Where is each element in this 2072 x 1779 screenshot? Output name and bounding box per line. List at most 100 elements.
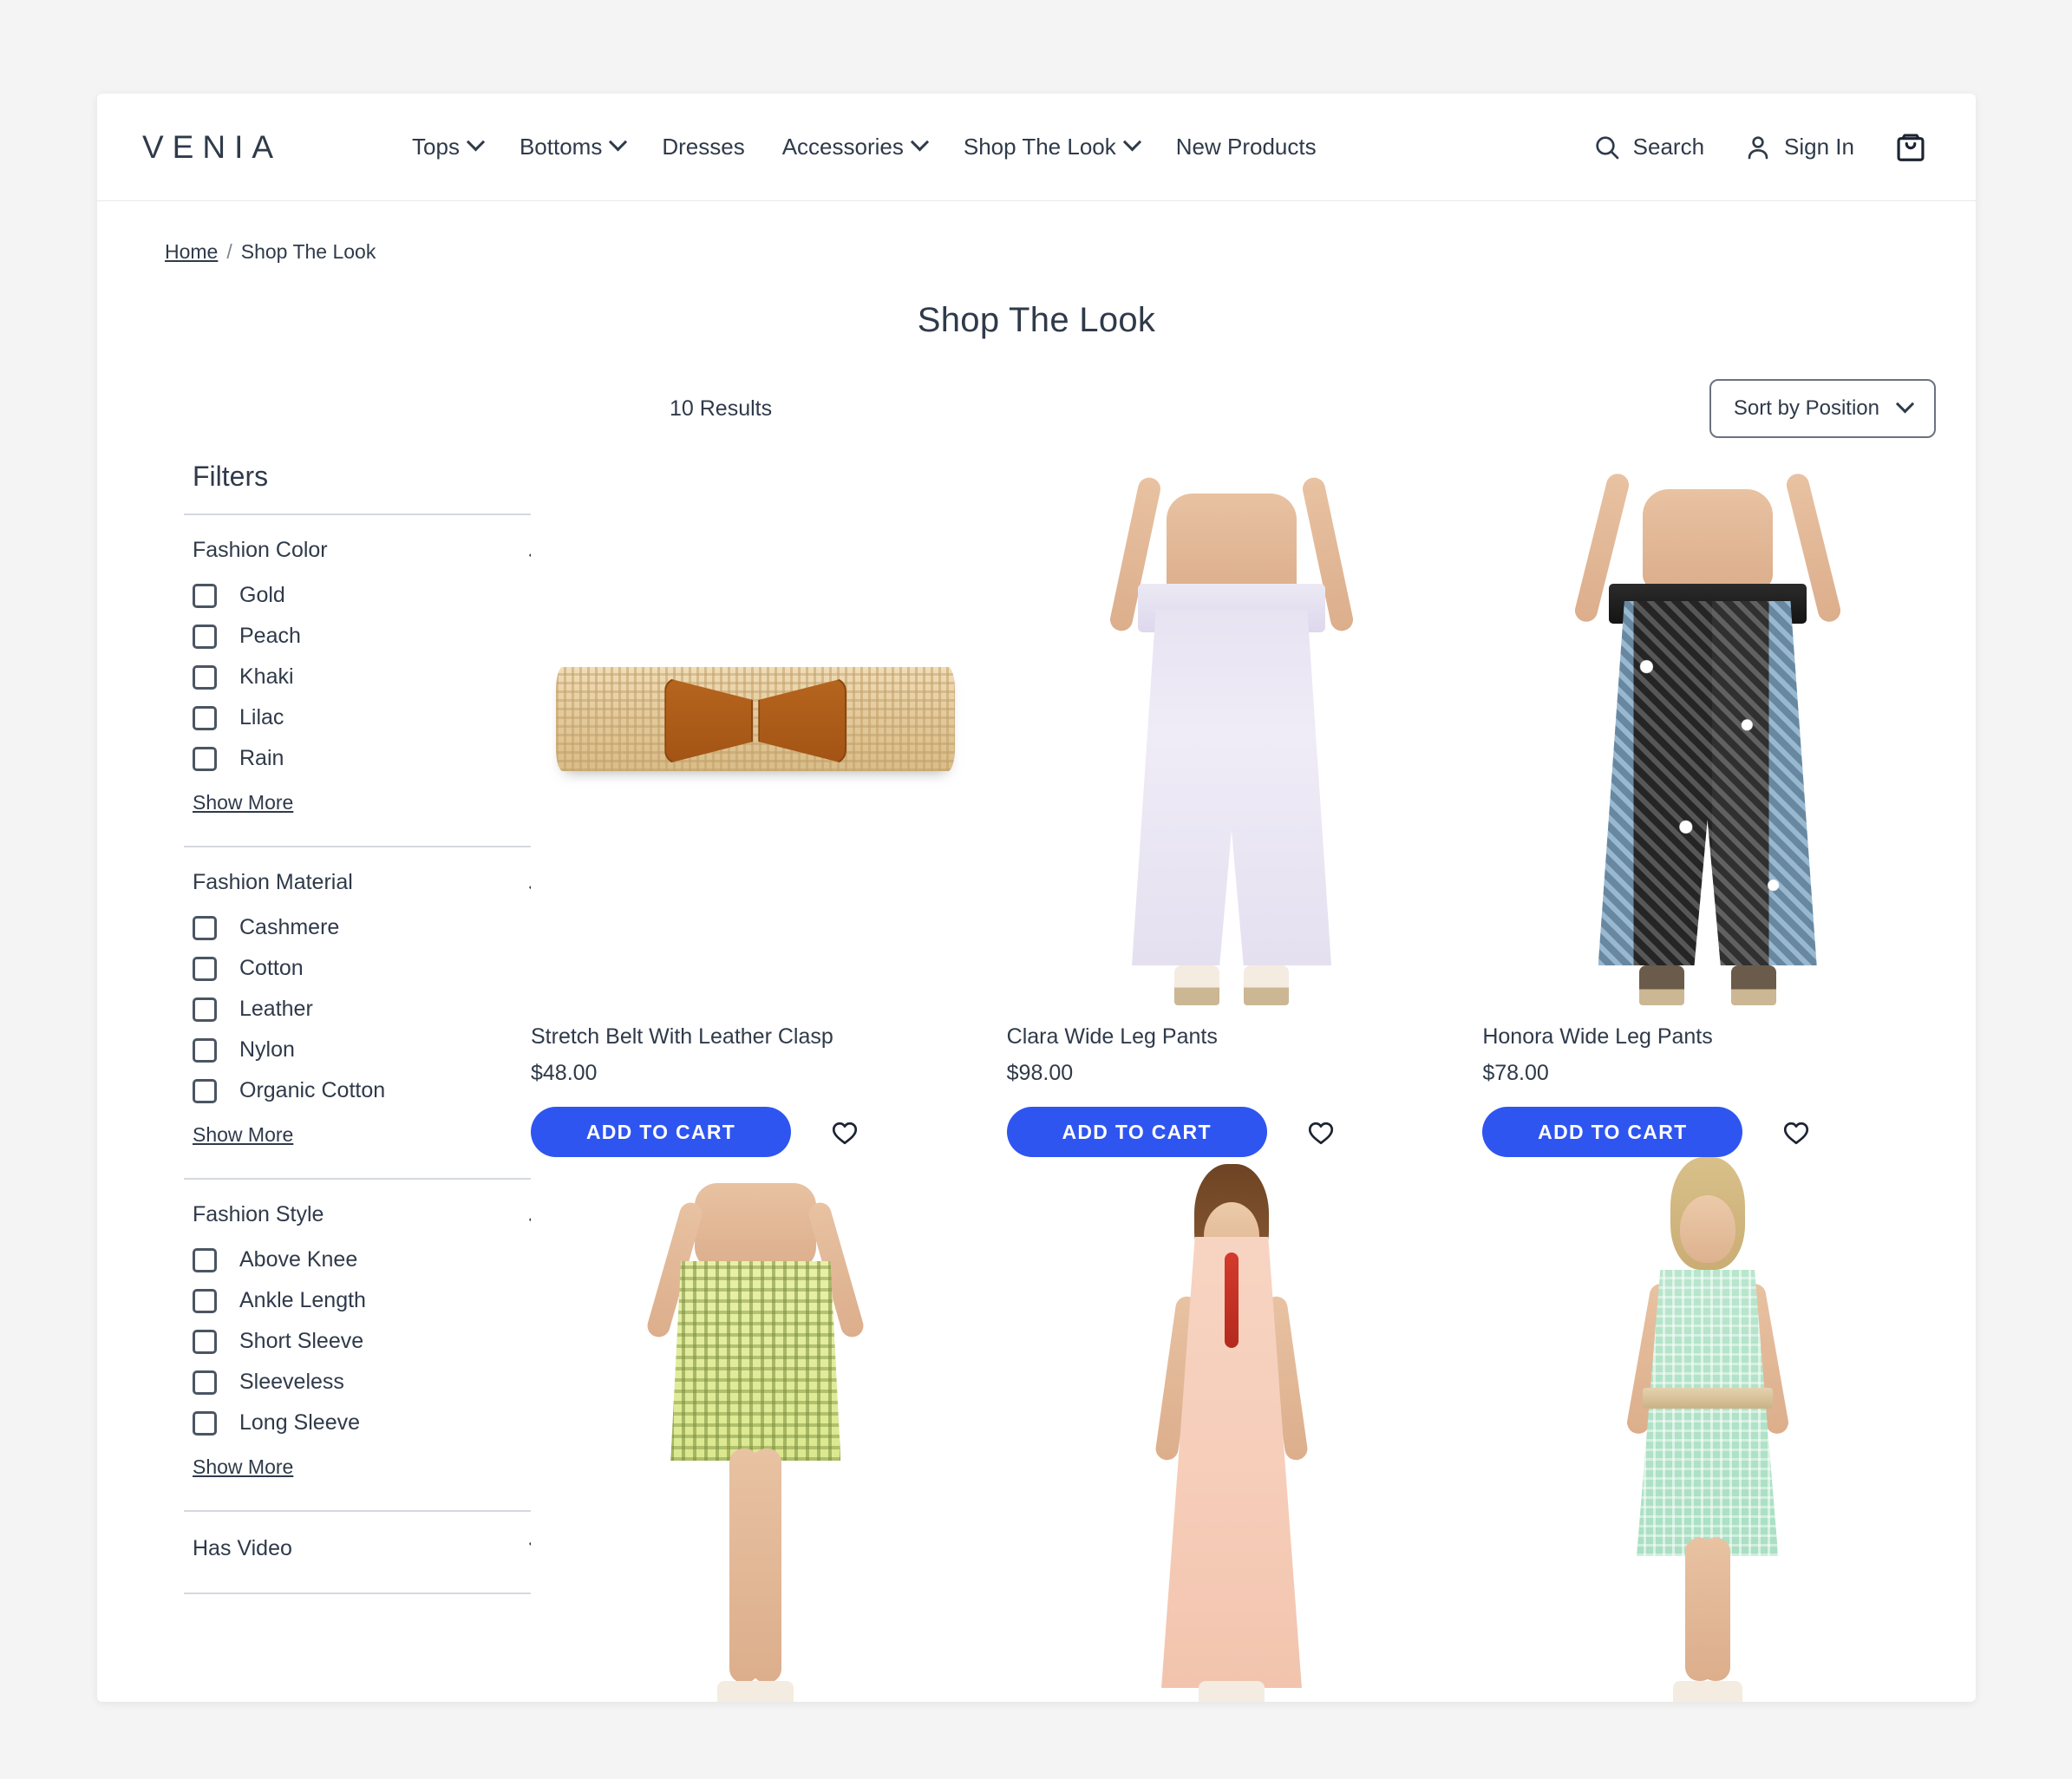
filter-option-peach[interactable]: Peach xyxy=(184,616,531,657)
filter-options: Gold Peach Khaki Lilac Rain xyxy=(184,563,531,779)
filter-option-rain[interactable]: Rain xyxy=(184,738,531,779)
checkbox[interactable] xyxy=(193,1410,217,1436)
checkbox[interactable] xyxy=(193,624,217,649)
sign-in-button[interactable]: Sign In xyxy=(1744,134,1854,161)
filter-option-sleeveless[interactable]: Sleeveless xyxy=(184,1362,531,1403)
filter-option-label: Sleeveless xyxy=(239,1370,344,1394)
chevron-down-icon xyxy=(466,133,486,152)
nav-item-tops[interactable]: Tops xyxy=(412,133,486,160)
filter-option-khaki[interactable]: Khaki xyxy=(184,657,531,697)
filter-group-label: Has Video xyxy=(193,1536,292,1560)
checkbox[interactable] xyxy=(193,997,217,1022)
product-image-stretch-belt[interactable] xyxy=(531,450,981,1005)
product-card[interactable] xyxy=(1482,1157,1932,1702)
filter-option-short-sleeve[interactable]: Short Sleeve xyxy=(184,1321,531,1362)
belt-illustration xyxy=(531,667,981,771)
filter-group-header[interactable]: Fashion Color xyxy=(184,538,557,565)
breadcrumb-current: Shop The Look xyxy=(240,240,376,263)
nav-label: Accessories xyxy=(781,134,904,160)
browser-page: VENIA Tops Bottoms Dresses Accessories S… xyxy=(97,94,1976,1702)
filter-option-above-knee[interactable]: Above Knee xyxy=(184,1239,531,1280)
add-to-cart-button[interactable]: ADD TO CART xyxy=(1482,1107,1743,1157)
product-price: $78.00 xyxy=(1482,1061,1549,1085)
filter-option-lilac[interactable]: Lilac xyxy=(184,697,531,738)
product-card[interactable]: Stretch Belt With Leather Clasp $48.00 A… xyxy=(531,450,981,1157)
nav-item-shop-the-look[interactable]: Shop The Look xyxy=(963,133,1141,160)
show-more-link[interactable]: Show More xyxy=(193,791,293,814)
nav-item-new-products[interactable]: New Products xyxy=(1176,134,1317,160)
filter-group-header[interactable]: Fashion Style xyxy=(184,1202,557,1229)
sort-dropdown[interactable]: Sort by Position xyxy=(1709,379,1936,438)
filter-option-ankle-length[interactable]: Ankle Length xyxy=(184,1280,531,1321)
checkbox[interactable] xyxy=(193,1288,217,1313)
filter-option-organic-cotton[interactable]: Organic Cotton xyxy=(184,1070,531,1111)
checkbox[interactable] xyxy=(193,1247,217,1272)
filter-option-label: Above Knee xyxy=(239,1247,358,1272)
show-more-link[interactable]: Show More xyxy=(193,1123,293,1147)
checkbox[interactable] xyxy=(193,583,217,608)
site-logo[interactable]: VENIA xyxy=(134,129,282,166)
filter-option-label: Khaki xyxy=(239,664,294,689)
breadcrumb-home-link[interactable]: Home xyxy=(165,240,218,264)
filter-option-cotton[interactable]: Cotton xyxy=(184,948,531,989)
product-price: $48.00 xyxy=(531,1061,598,1085)
product-card[interactable] xyxy=(531,1157,981,1702)
product-actions: ADD TO CART xyxy=(1482,1107,1932,1157)
nav-item-dresses[interactable]: Dresses xyxy=(662,134,744,160)
wishlist-heart-icon[interactable] xyxy=(1781,1116,1812,1148)
checkbox[interactable] xyxy=(193,915,217,940)
checkbox[interactable] xyxy=(193,1037,217,1063)
wishlist-heart-icon[interactable] xyxy=(829,1116,860,1148)
nav-item-bottoms[interactable]: Bottoms xyxy=(519,133,628,160)
nav-label: Bottoms xyxy=(519,134,603,160)
model-illustration xyxy=(1101,450,1362,1005)
checkbox[interactable] xyxy=(193,956,217,981)
product-name: Clara Wide Leg Pants xyxy=(1006,1024,1218,1049)
nav-item-accessories[interactable]: Accessories xyxy=(781,133,929,160)
filter-group-header[interactable]: Has Video xyxy=(184,1534,557,1561)
product-image-clara-wide-leg-pants[interactable] xyxy=(1006,450,1457,1005)
filter-option-cashmere[interactable]: Cashmere xyxy=(184,907,531,948)
show-more-link[interactable]: Show More xyxy=(193,1455,293,1479)
product-card[interactable]: Honora Wide Leg Pants $78.00 ADD TO CART xyxy=(1482,450,1932,1157)
filter-option-label: Long Sleeve xyxy=(239,1410,361,1435)
chevron-down-icon xyxy=(609,133,628,152)
chevron-down-icon xyxy=(1895,394,1915,413)
results-count: 10 Results xyxy=(670,396,773,421)
wishlist-heart-icon[interactable] xyxy=(1305,1116,1337,1148)
filter-group-label: Fashion Color xyxy=(193,538,328,562)
filter-option-long-sleeve[interactable]: Long Sleeve xyxy=(184,1403,531,1443)
cart-button[interactable] xyxy=(1894,131,1927,164)
checkbox[interactable] xyxy=(193,705,217,730)
product-card[interactable]: Clara Wide Leg Pants $98.00 ADD TO CART xyxy=(1006,450,1457,1157)
checkbox[interactable] xyxy=(193,746,217,771)
product-image-mint-lace-dress[interactable] xyxy=(1482,1157,1932,1702)
filter-option-label: Organic Cotton xyxy=(239,1078,386,1102)
filter-group-label: Fashion Style xyxy=(193,1202,324,1226)
filter-options: Above Knee Ankle Length Short Sleeve Sle… xyxy=(184,1227,531,1443)
filter-option-label: Cashmere xyxy=(239,915,340,939)
filter-group-header[interactable]: Fashion Material xyxy=(184,870,557,897)
filter-group-fashion-material: Fashion Material Cashmere Cotton Leather xyxy=(184,847,557,1180)
filter-option-leather[interactable]: Leather xyxy=(184,989,531,1030)
add-to-cart-button[interactable]: ADD TO CART xyxy=(1006,1107,1267,1157)
nav-label: Shop The Look xyxy=(963,134,1116,160)
site-header: VENIA Tops Bottoms Dresses Accessories S… xyxy=(97,94,1976,201)
checkbox[interactable] xyxy=(193,1078,217,1103)
sort-label: Sort by Position xyxy=(1733,396,1879,420)
product-image-green-print-skirt[interactable] xyxy=(531,1157,981,1702)
search-icon xyxy=(1595,135,1618,159)
checkbox[interactable] xyxy=(193,1329,217,1354)
product-grid-area: Stretch Belt With Leather Clasp $48.00 A… xyxy=(531,450,1976,1702)
add-to-cart-button[interactable]: ADD TO CART xyxy=(531,1107,791,1157)
nav-label: Tops xyxy=(412,134,460,160)
search-button[interactable]: Search xyxy=(1593,134,1704,161)
checkbox[interactable] xyxy=(193,1370,217,1395)
filter-option-nylon[interactable]: Nylon xyxy=(184,1030,531,1070)
checkbox[interactable] xyxy=(193,664,217,690)
product-card[interactable] xyxy=(1006,1157,1457,1702)
product-image-peach-maxi-dress[interactable] xyxy=(1006,1157,1457,1702)
product-image-honora-wide-leg-pants[interactable] xyxy=(1482,450,1932,1005)
nav-label: Dresses xyxy=(662,134,745,160)
filter-option-gold[interactable]: Gold xyxy=(184,575,531,616)
